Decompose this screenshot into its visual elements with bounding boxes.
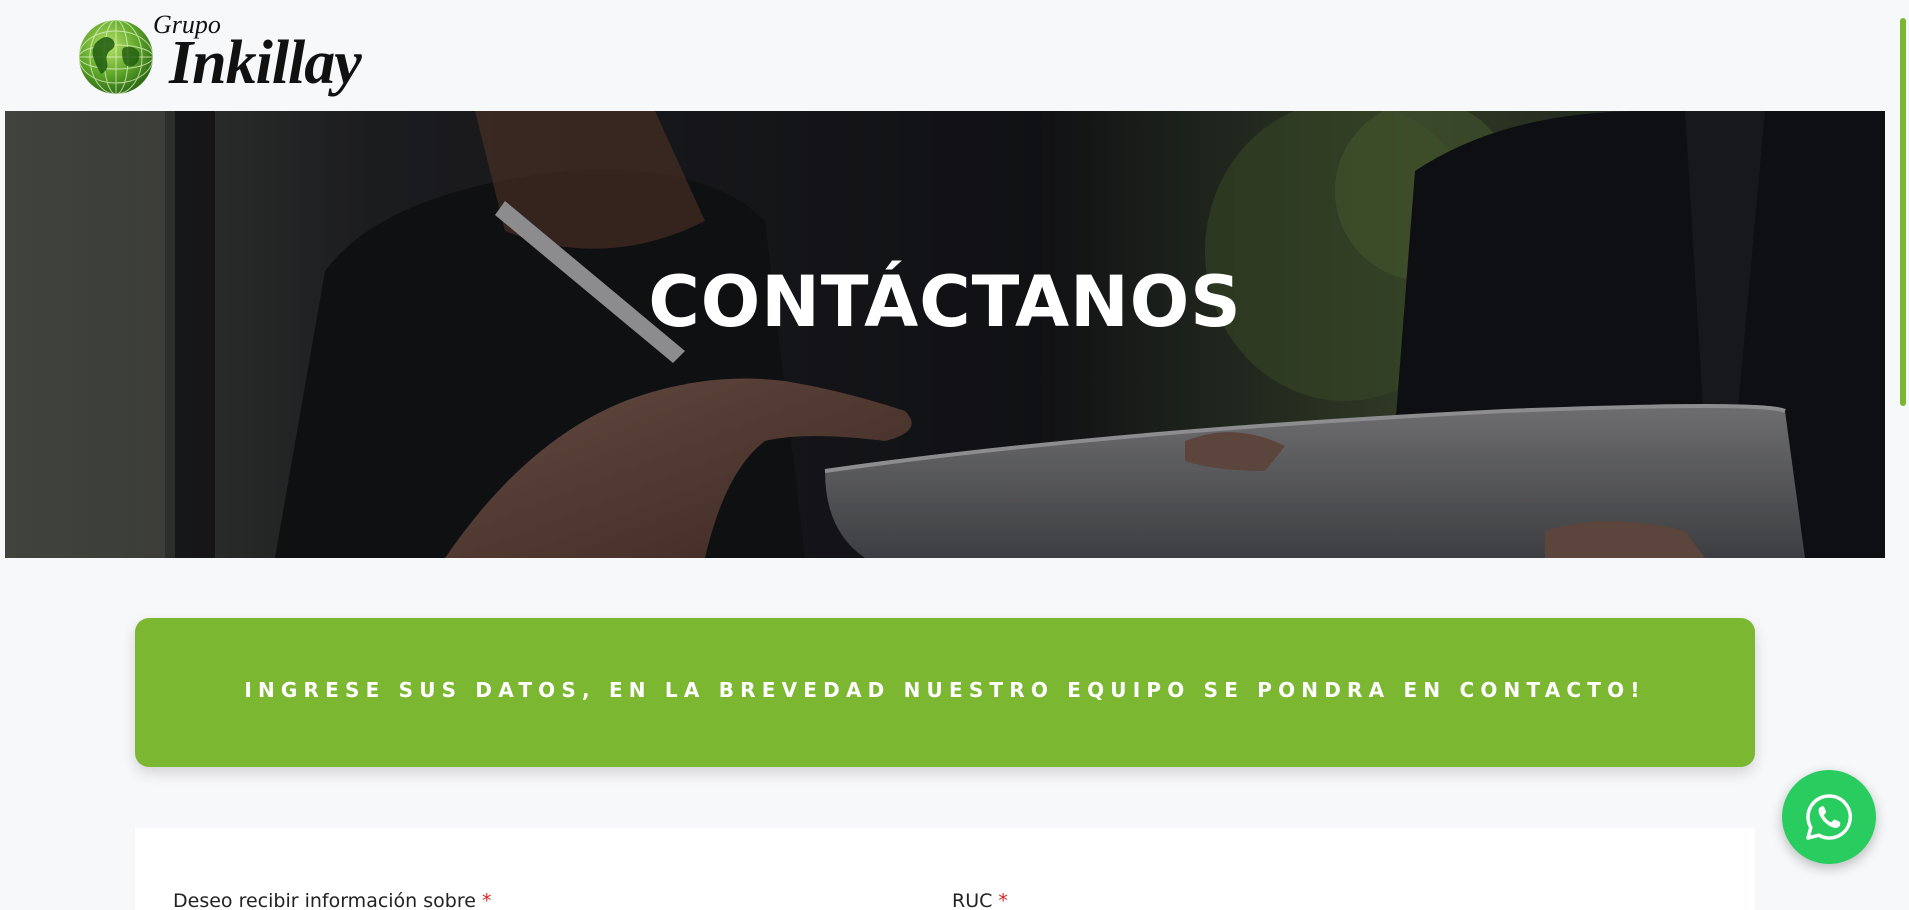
ruc-label-text: RUC (952, 890, 993, 910)
page-scrollbar[interactable] (1895, 0, 1909, 910)
scrollbar-thumb[interactable] (1900, 18, 1906, 406)
contact-form: Deseo recibir información sobre * RUC * (135, 828, 1755, 910)
page-title: CONTÁCTANOS (648, 261, 1242, 343)
info-topic-label: Deseo recibir información sobre * (173, 890, 491, 910)
required-mark: * (481, 890, 492, 910)
required-mark: * (998, 890, 1008, 910)
site-header: Grupo Inkillay (5, 4, 1885, 111)
hero-banner: CONTÁCTANOS (5, 111, 1885, 558)
logo-text-big: Inkillay (169, 29, 362, 97)
whatsapp-icon (1806, 794, 1853, 840)
logo[interactable]: Grupo Inkillay (73, 12, 393, 102)
whatsapp-button[interactable] (1782, 770, 1876, 864)
globe-icon (78, 19, 154, 95)
info-banner: INGRESE SUS DATOS, EN LA BREVEDAD NUESTR… (135, 618, 1755, 767)
info-topic-label-text: Deseo recibir información sobre (173, 890, 476, 910)
ruc-label: RUC * (952, 890, 1008, 910)
banner-text: INGRESE SUS DATOS, EN LA BREVEDAD NUESTR… (244, 678, 1646, 702)
page: Grupo Inkillay CONTÁCTANOS INGRESE SUS D… (0, 0, 1909, 910)
